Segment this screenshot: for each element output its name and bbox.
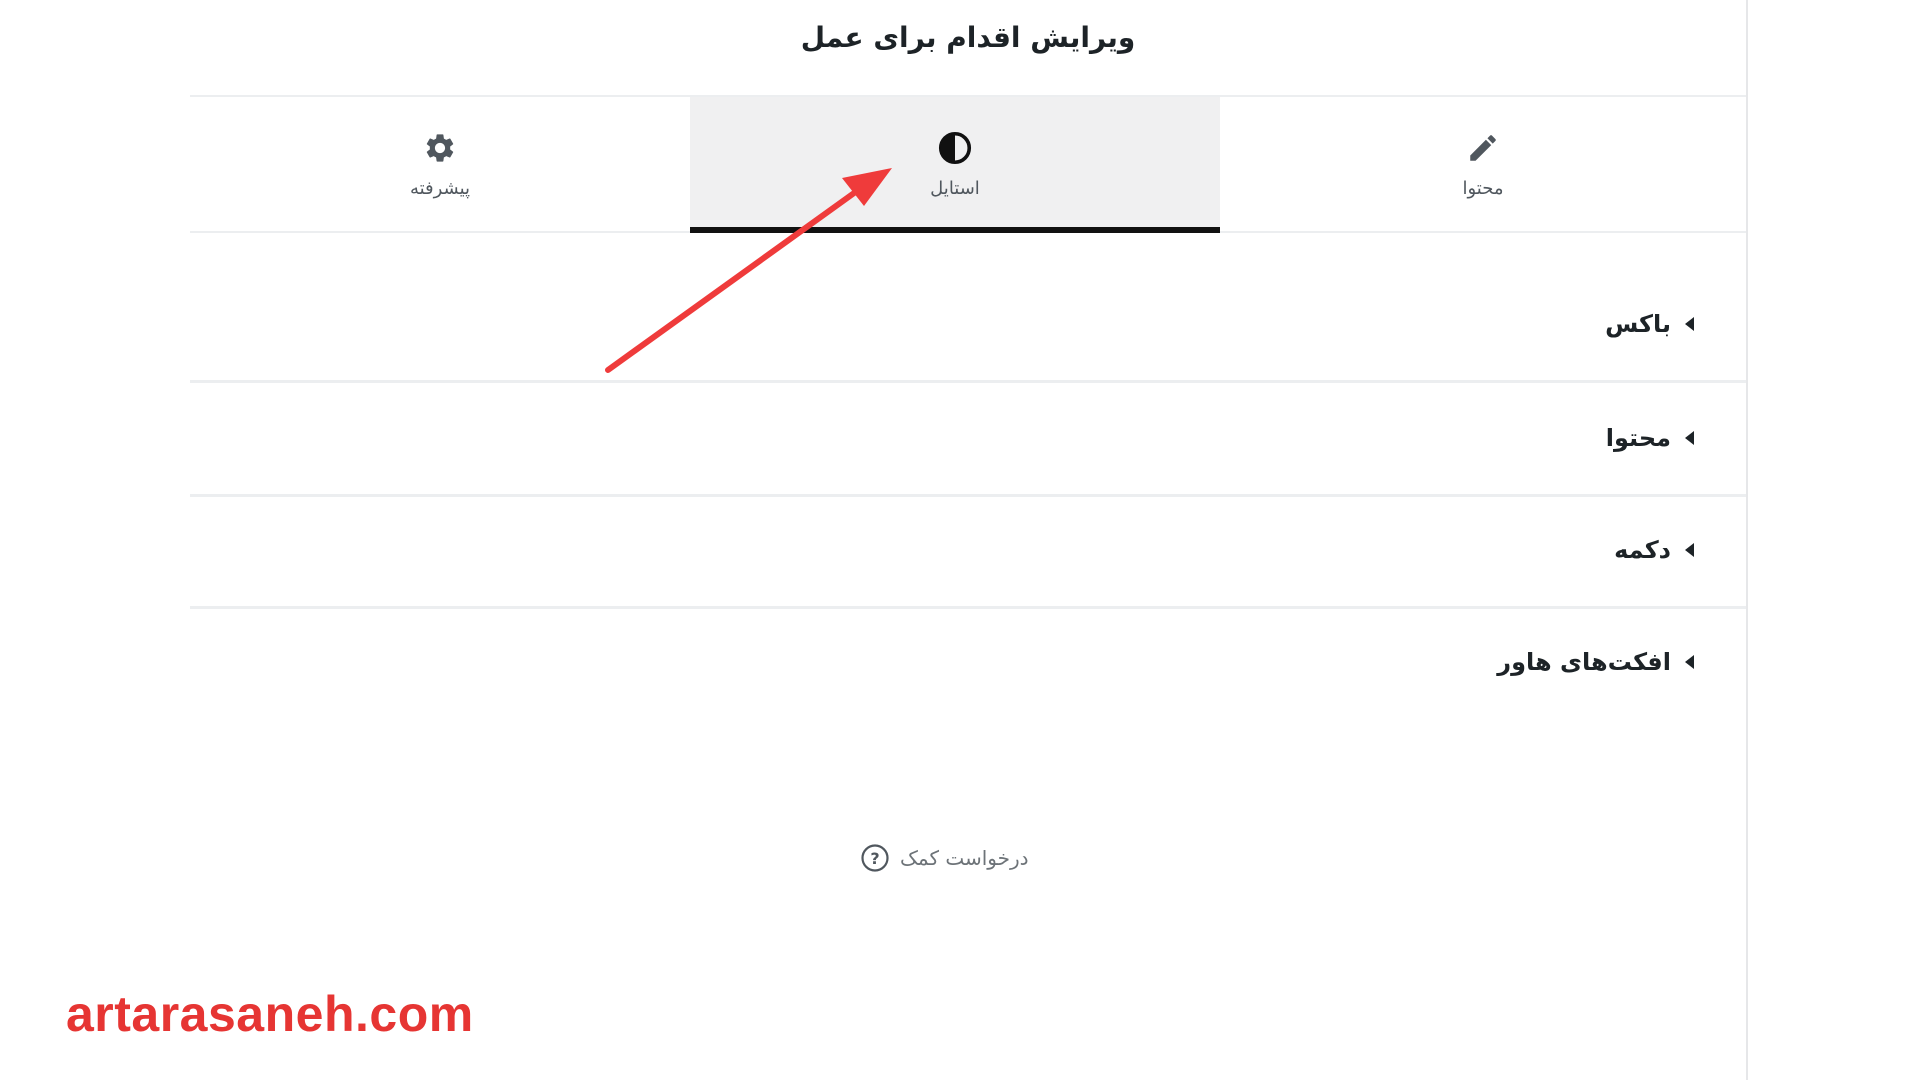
section-content-header[interactable]: محتوا: [1606, 382, 1694, 494]
caret-left-icon: [1685, 317, 1694, 331]
watermark-text: artarasaneh.com: [66, 986, 474, 1042]
active-tab-indicator: [690, 227, 1220, 233]
section-content-title: محتوا: [1605, 424, 1671, 452]
section-hover-effects-header[interactable]: افکت‌های هاور: [1497, 606, 1694, 718]
panel-divider: [1746, 0, 1748, 1080]
help-request-link[interactable]: درخواست کمک ?: [860, 838, 1029, 878]
panel-header: ویرایش اقدام برای عمل: [190, 0, 1746, 97]
tab-style[interactable]: استایل: [690, 97, 1220, 233]
section-box[interactable]: باکس: [190, 268, 1746, 383]
caret-left-icon: [1685, 655, 1694, 669]
tab-content-label: محتوا: [1462, 177, 1504, 199]
section-box-title: باکس: [1605, 310, 1671, 338]
section-button[interactable]: دکمه: [190, 494, 1746, 609]
section-hover-effects-title: افکت‌های هاور: [1497, 648, 1671, 676]
section-box-header[interactable]: باکس: [1605, 268, 1694, 380]
section-button-title: دکمه: [1614, 536, 1671, 564]
svg-text:?: ?: [870, 849, 879, 868]
section-button-header[interactable]: دکمه: [1614, 494, 1694, 606]
tab-advanced[interactable]: پیشرفته: [190, 97, 690, 231]
section-hover-effects[interactable]: افکت‌های هاور: [190, 606, 1746, 718]
pencil-icon: [1465, 130, 1501, 166]
panel-title: ویرایش اقدام برای عمل: [800, 21, 1136, 54]
tab-bar: پیشرفته استایل محتوا: [190, 97, 1746, 233]
section-content[interactable]: محتوا: [190, 382, 1746, 497]
tab-content[interactable]: محتوا: [1220, 97, 1746, 231]
gear-icon: [422, 130, 458, 166]
page: ویرایش اقدام برای عمل پیشرفته استایل محت…: [0, 0, 1920, 1080]
question-circle-icon: ?: [860, 843, 890, 873]
half-circle-contrast-icon: [937, 130, 973, 166]
tab-style-label: استایل: [930, 177, 980, 199]
caret-left-icon: [1685, 431, 1694, 445]
tab-advanced-label: پیشرفته: [409, 177, 471, 199]
editor-panel: ویرایش اقدام برای عمل پیشرفته استایل محت…: [190, 0, 1746, 1080]
help-request-label: درخواست کمک: [900, 846, 1029, 870]
caret-left-icon: [1685, 543, 1694, 557]
